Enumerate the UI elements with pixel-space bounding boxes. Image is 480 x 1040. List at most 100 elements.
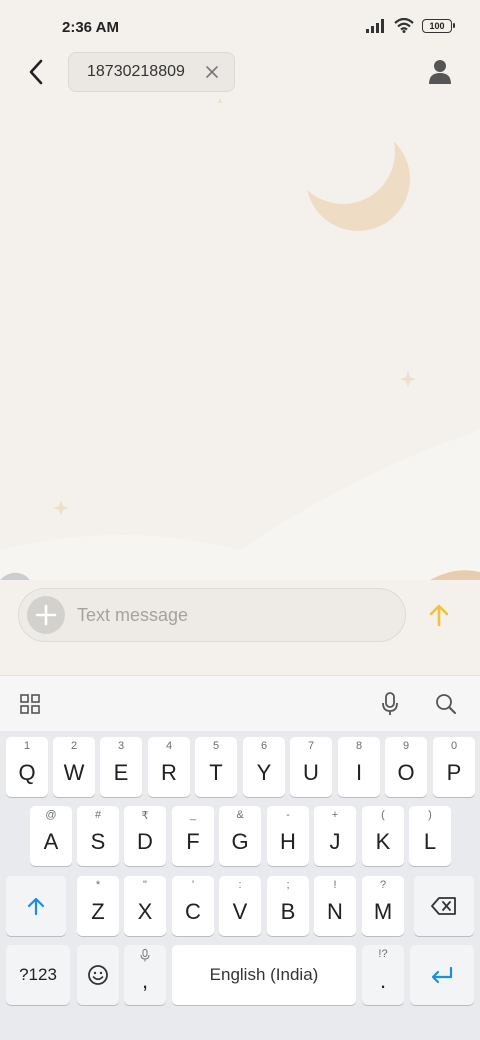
key-hint: _	[189, 809, 197, 821]
backspace-icon	[431, 897, 456, 915]
key-hint: 5	[212, 740, 220, 752]
key-b[interactable]: ; B	[267, 876, 309, 936]
key-hint: "	[143, 879, 147, 891]
key-a[interactable]: @ A	[30, 806, 72, 866]
period-key[interactable]: !?.	[362, 945, 404, 1005]
key-hint: 7	[307, 740, 315, 752]
key-label: F	[186, 829, 200, 854]
status-bar: 2:36 AM 100	[0, 0, 480, 52]
key-hint: 3	[117, 740, 125, 752]
key-label: C	[185, 899, 201, 924]
key-l[interactable]: ) L	[409, 806, 451, 866]
emoji-key[interactable]	[77, 945, 119, 1005]
message-input[interactable]	[77, 589, 397, 641]
key-label: Q	[18, 760, 36, 785]
key-label: B	[280, 899, 296, 924]
battery-level: 100	[429, 20, 445, 31]
key-label: D	[137, 829, 153, 854]
symbols-key[interactable]: ?123	[6, 945, 70, 1005]
microphone-hint-icon	[140, 949, 150, 962]
battery-icon: 100	[422, 18, 455, 33]
recipient-chip[interactable]: 18730218809	[68, 52, 235, 92]
key-hint: &	[236, 809, 244, 821]
key-n[interactable]: ! N	[314, 876, 356, 936]
space-label: English (India)	[209, 965, 319, 984]
key-z[interactable]: * Z	[77, 876, 119, 936]
enter-key[interactable]	[410, 945, 474, 1005]
send-button[interactable]	[422, 598, 456, 632]
search-icon[interactable]	[432, 690, 460, 718]
star	[400, 370, 416, 388]
back-arrow-icon	[29, 59, 43, 85]
key-label: L	[423, 829, 437, 854]
apps-grid-icon[interactable]	[16, 690, 44, 718]
key-label: W	[63, 760, 85, 785]
key-u[interactable]: 7U	[290, 737, 332, 797]
key-j[interactable]: + J	[314, 806, 356, 866]
key-hint: 4	[165, 740, 173, 752]
key-label: E	[113, 760, 129, 785]
key-label: O	[397, 760, 415, 785]
key-label: G	[231, 829, 249, 854]
signal-icon	[366, 18, 384, 33]
key-hint: !	[333, 879, 337, 891]
wifi-icon	[394, 18, 414, 33]
key-i[interactable]: 8I	[338, 737, 380, 797]
key-hint: 2	[70, 740, 78, 752]
key-p[interactable]: 0P	[433, 737, 475, 797]
key-label: P	[446, 760, 462, 785]
add-attachment-button[interactable]	[27, 596, 65, 634]
key-s[interactable]: # S	[77, 806, 119, 866]
key-k[interactable]: (K	[362, 806, 404, 866]
status-time: 2:36 AM	[62, 19, 119, 36]
shift-key[interactable]	[6, 876, 66, 936]
key-y[interactable]: 6Y	[243, 737, 285, 797]
backspace-key[interactable]	[414, 876, 474, 936]
key-m[interactable]: ? M	[362, 876, 404, 936]
key-v[interactable]: :V	[219, 876, 261, 936]
key-e[interactable]: 3E	[100, 737, 142, 797]
key-f[interactable]: _ F	[172, 806, 214, 866]
key-w[interactable]: 2W	[53, 737, 95, 797]
key-label: V	[232, 899, 248, 924]
status-icons: 100	[366, 18, 455, 33]
emoji-icon	[88, 965, 108, 985]
key-label: K	[375, 829, 391, 854]
comma-key[interactable]: ,	[124, 945, 166, 1005]
key-c[interactable]: ' C	[172, 876, 214, 936]
comma-label: ,	[141, 968, 149, 993]
background-illustration	[0, 98, 480, 580]
key-q[interactable]: 1Q	[6, 737, 48, 797]
key-hint: -	[286, 809, 290, 821]
key-t[interactable]: 5T	[195, 737, 237, 797]
key-d[interactable]: ₹ D	[124, 806, 166, 866]
dune	[0, 430, 480, 580]
space-key[interactable]: English (India)	[172, 945, 356, 1005]
key-g[interactable]: & G	[219, 806, 261, 866]
key-hint: (	[381, 809, 385, 821]
key-hint: *	[95, 879, 101, 891]
symbols-label: ?123	[19, 965, 57, 984]
key-label: N	[327, 899, 343, 924]
key-label: T	[209, 760, 223, 785]
key-hint: @	[45, 809, 57, 821]
key-label: M	[373, 899, 393, 924]
key-x[interactable]: " X	[124, 876, 166, 936]
microphone-icon[interactable]	[376, 690, 404, 718]
shift-arrow-icon	[27, 897, 45, 916]
key-hint: ₹	[141, 810, 149, 822]
key-hint: +	[331, 809, 339, 821]
key-hint: 6	[260, 740, 268, 752]
key-hint: ;	[286, 879, 290, 891]
key-hint: '	[191, 879, 195, 891]
key-hint: 9	[402, 740, 410, 752]
remove-recipient-icon[interactable]	[204, 64, 220, 80]
key-h[interactable]: -H	[267, 806, 309, 866]
period-label: .	[379, 968, 387, 993]
key-label: I	[355, 760, 363, 785]
back-button[interactable]	[18, 54, 54, 90]
contact-icon[interactable]	[424, 56, 456, 88]
key-o[interactable]: 9O	[385, 737, 427, 797]
key-r[interactable]: 4R	[148, 737, 190, 797]
key-label: J	[329, 829, 341, 854]
